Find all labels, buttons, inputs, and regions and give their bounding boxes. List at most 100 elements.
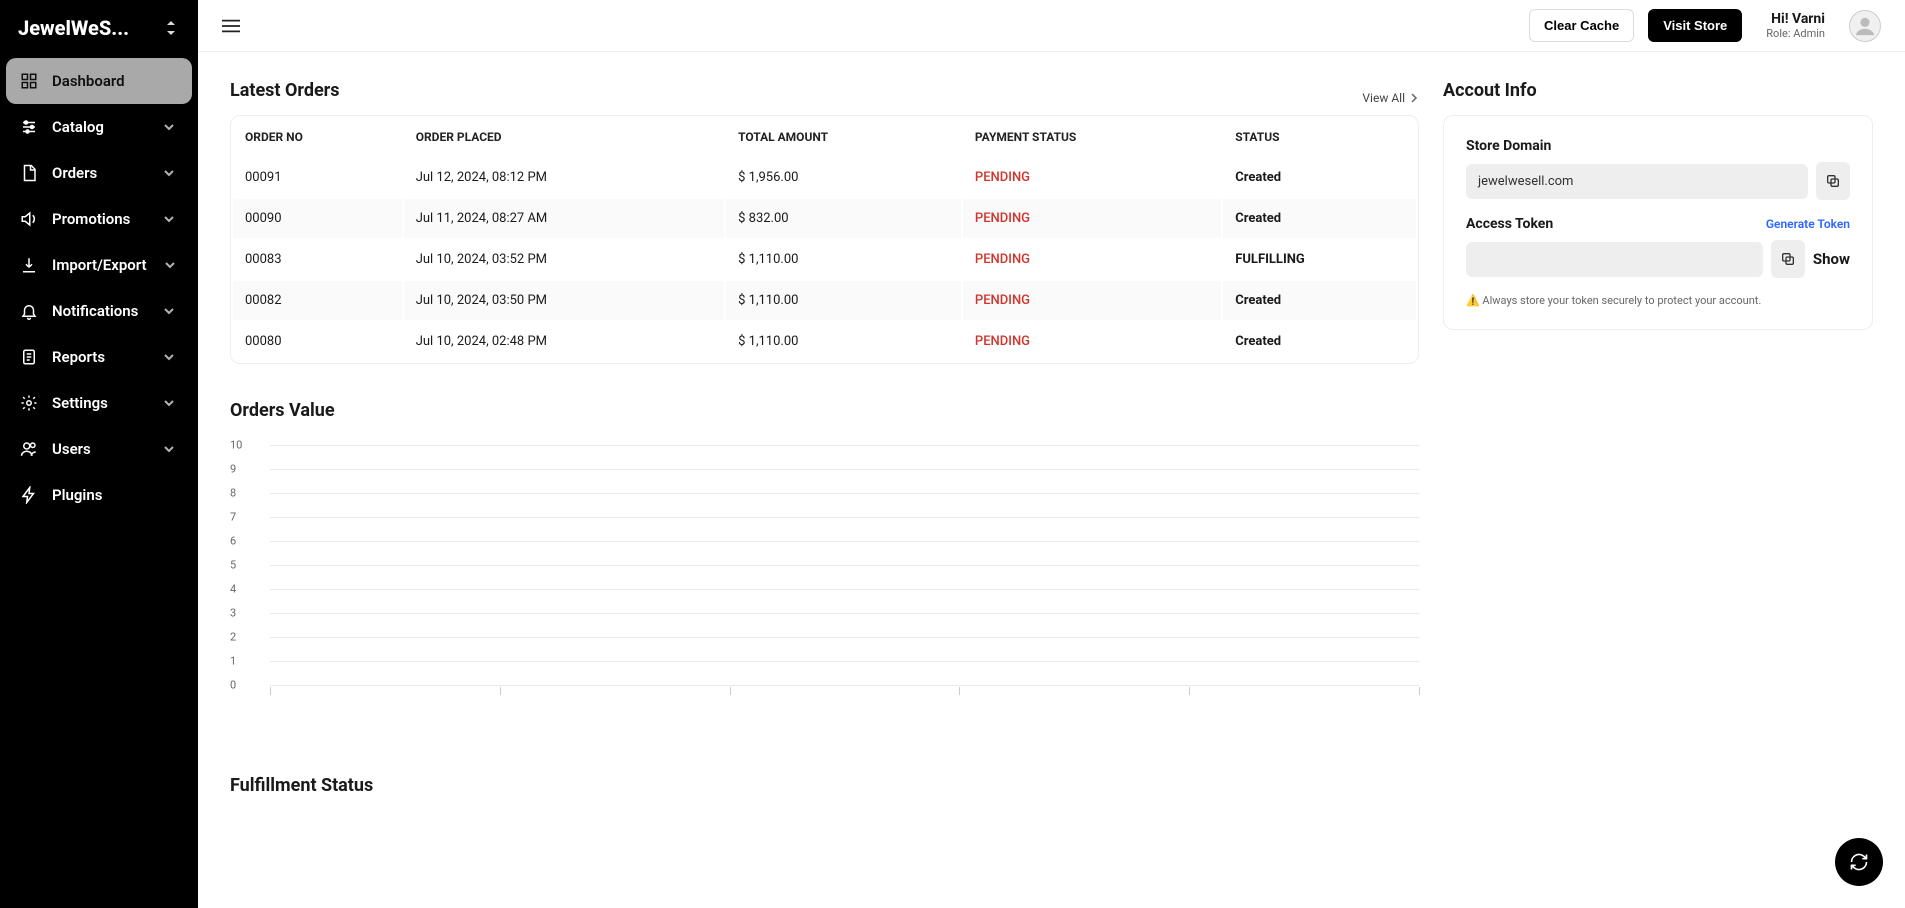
user-block: Hi! Varni Role: Admin (1766, 11, 1825, 40)
sidebar-item-label: Dashboard (52, 72, 125, 90)
chart-y-tick: 7 (230, 511, 236, 524)
fulfillment-status-title: Fulfillment Status (230, 775, 1419, 796)
sidebar-item-reports[interactable]: Reports (6, 334, 192, 380)
column-header: TOTAL AMOUNT (726, 118, 961, 156)
copy-token-button[interactable] (1771, 240, 1805, 278)
chart-gridline (270, 613, 1419, 614)
chart-x-tick (959, 687, 960, 695)
chart-y-tick: 3 (230, 607, 236, 620)
cell-order-no: 00083 (233, 240, 402, 279)
right-column: Accout Info Store Domain jewelwesell.com… (1443, 80, 1873, 330)
chart-y-tick: 5 (230, 559, 236, 572)
show-token-button[interactable]: Show (1813, 250, 1850, 268)
sidebar-item-label: Settings (52, 394, 108, 412)
chart-gridline (270, 637, 1419, 638)
cell-placed: Jul 12, 2024, 08:12 PM (404, 158, 724, 197)
visit-store-button[interactable]: Visit Store (1648, 9, 1742, 42)
chart-gridline (270, 661, 1419, 662)
sidebar-item-dashboard[interactable]: Dashboard (6, 58, 192, 104)
refresh-fab[interactable] (1835, 838, 1883, 886)
cell-amount: $ 1,956.00 (726, 158, 961, 197)
brand-block[interactable]: JewelWeS... (6, 8, 192, 58)
sidebar-item-label: Import/Export (52, 256, 147, 274)
topbar: Clear Cache Visit Store Hi! Varni Role: … (198, 0, 1905, 52)
generate-token-link[interactable]: Generate Token (1766, 217, 1850, 231)
cell-order-no: 00090 (233, 199, 402, 238)
chevron-down-icon (161, 256, 179, 274)
nav-list: Dashboard CatalogOrdersPromotions Import/E… (6, 58, 192, 518)
chart-gridline (270, 445, 1419, 446)
account-info-card: Store Domain jewelwesell.com Access Toke… (1443, 115, 1873, 330)
chart-gridline (270, 589, 1419, 590)
download-icon (20, 256, 38, 274)
chart-y-tick: 6 (230, 535, 236, 548)
chart-x-tick (730, 687, 731, 695)
speaker-icon (20, 210, 38, 228)
orders-value-chart: 012345678910 (230, 435, 1419, 695)
sidebar-item-plugins[interactable]: Plugins (6, 472, 192, 518)
cell-order-no: 00091 (233, 158, 402, 197)
chart-y-tick: 10 (230, 439, 242, 452)
table-row[interactable]: 00083Jul 10, 2024, 03:52 PM$ 1,110.00PEN… (233, 240, 1416, 279)
chart-gridline (270, 493, 1419, 494)
cell-payment: PENDING (963, 281, 1221, 320)
access-token-value (1466, 242, 1763, 277)
sidebar-item-import-export[interactable]: Import/Export (6, 242, 192, 288)
cell-status: Created (1223, 199, 1416, 238)
sidebar-item-users[interactable]: Users (6, 426, 192, 472)
clear-cache-button[interactable]: Clear Cache (1529, 9, 1634, 42)
cell-order-no: 00080 (233, 322, 402, 361)
bell-icon (20, 302, 38, 320)
chevron-down-icon (160, 118, 178, 136)
table-row[interactable]: 00090Jul 11, 2024, 08:27 AM$ 832.00PENDI… (233, 199, 1416, 238)
chevron-down-icon (160, 348, 178, 366)
user-greeting: Hi! Varni (1771, 11, 1825, 27)
chart-y-tick: 0 (230, 679, 236, 692)
chart-gridline (270, 565, 1419, 566)
dashboard-icon (20, 72, 38, 90)
cell-payment: PENDING (963, 158, 1221, 197)
cell-status: Created (1223, 281, 1416, 320)
chevron-down-icon (160, 302, 178, 320)
chevron-down-icon (160, 394, 178, 412)
table-row[interactable]: 00091Jul 12, 2024, 08:12 PM$ 1,956.00PEN… (233, 158, 1416, 197)
cell-amount: $ 1,110.00 (726, 281, 961, 320)
table-row[interactable]: 00082Jul 10, 2024, 03:50 PM$ 1,110.00PEN… (233, 281, 1416, 320)
copy-domain-button[interactable] (1816, 162, 1850, 200)
access-token-label: Access Token (1466, 216, 1553, 232)
cell-placed: Jul 11, 2024, 08:27 AM (404, 199, 724, 238)
gear-icon (20, 394, 38, 412)
view-all-link[interactable]: View All (1362, 91, 1419, 105)
cell-payment: PENDING (963, 199, 1221, 238)
chart-y-tick: 8 (230, 487, 236, 500)
sidebar-item-catalog[interactable]: Catalog (6, 104, 192, 150)
brand-name: JewelWeS... (18, 16, 129, 40)
sidebar-item-orders[interactable]: Orders (6, 150, 192, 196)
cell-placed: Jul 10, 2024, 03:50 PM (404, 281, 724, 320)
sidebar: JewelWeS... Dashboard CatalogOrdersPromot… (0, 0, 198, 908)
sidebar-item-settings[interactable]: Settings (6, 380, 192, 426)
chart-gridline (270, 517, 1419, 518)
chart-x-tick (1419, 687, 1420, 695)
chevron-down-icon (160, 440, 178, 458)
cell-amount: $ 1,110.00 (726, 322, 961, 361)
chart-x-tick (270, 687, 271, 695)
users-icon (20, 440, 38, 458)
table-row[interactable]: 00080Jul 10, 2024, 02:48 PM$ 1,110.00PEN… (233, 322, 1416, 361)
chevron-down-icon (160, 210, 178, 228)
chart-y-tick: 4 (230, 583, 236, 596)
cell-amount: $ 1,110.00 (726, 240, 961, 279)
cell-placed: Jul 10, 2024, 02:48 PM (404, 322, 724, 361)
avatar[interactable] (1849, 10, 1881, 42)
chart-y-tick: 2 (230, 631, 236, 644)
menu-icon[interactable] (222, 17, 240, 35)
token-warning: ⚠️ Always store your token securely to p… (1466, 294, 1850, 307)
cell-payment: PENDING (963, 322, 1221, 361)
cell-amount: $ 832.00 (726, 199, 961, 238)
orders-value-section: Orders Value 012345678910 (230, 400, 1419, 695)
sidebar-item-label: Plugins (52, 486, 102, 504)
sidebar-item-label: Users (52, 440, 91, 458)
sidebar-item-promotions[interactable]: Promotions (6, 196, 192, 242)
sidebar-item-notifications[interactable]: Notifications (6, 288, 192, 334)
chart-y-tick: 1 (230, 655, 236, 668)
